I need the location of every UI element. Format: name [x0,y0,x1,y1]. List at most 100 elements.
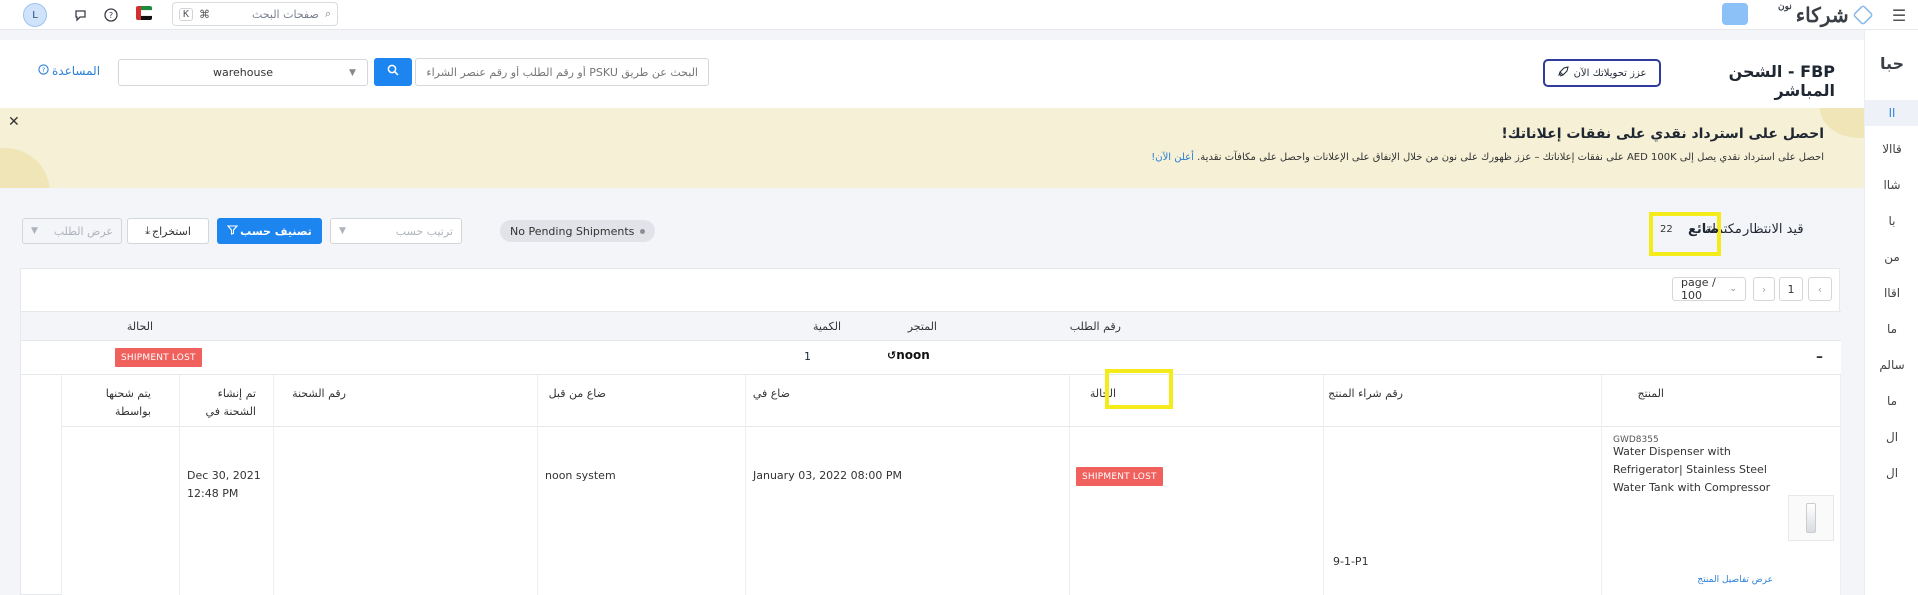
order-by-placeholder: ترتيب حسب [395,224,453,238]
close-icon[interactable]: ✕ [8,114,20,130]
page-number[interactable]: 1 [1779,277,1803,301]
col-shipped-by: يتم شحنها بواسطة [105,387,151,418]
rail-header: حبا [1879,54,1905,73]
warehouse-value: warehouse [213,66,273,79]
product-details-link[interactable]: عرض تفاصيل المنتج [1613,575,1773,585]
rail-item-4[interactable]: با [1865,208,1918,234]
rail-item-1[interactable]: اا [1865,100,1918,126]
brand-mark-icon [1851,4,1874,26]
shipment-header-row: المنتج رقم شراء المنتج الحالة ضاع في ضاع… [61,375,1841,427]
next-page-button[interactable]: › [1753,277,1775,301]
search-button[interactable] [374,58,412,86]
shipments-card: page / 100 ⌄ › 1 ‹ رقم الطلب المتجر الكم… [20,268,1841,595]
rail-item-10[interactable]: ال [1865,424,1918,450]
divider [1069,375,1070,595]
store-noon-logo: ↺noon [887,348,930,362]
brand-logo[interactable]: شركاء نون [1778,0,1874,30]
store-name: noon [896,348,930,362]
pending-shipments-pill: No Pending Shipments [500,220,656,242]
col-purchase-number: رقم شراء المنتج [1328,387,1403,400]
show-order-select[interactable]: عرض الطلب ▼ [22,218,122,244]
chevron-down-icon: ▼ [339,226,346,236]
created-time: 12:48 PM [187,487,239,500]
announcement-icon[interactable] [72,6,90,24]
col-product: المنتج [1637,387,1664,400]
svg-text:?: ? [42,66,45,74]
sort-by-button[interactable]: تصنيف حسب [217,218,322,244]
order-search-input[interactable] [415,58,709,86]
advertise-now-link[interactable]: أعلن الآن! [1151,152,1194,163]
col-store: المتجر [907,320,937,333]
help-link-label: المساعدة [52,64,101,78]
divider [745,375,746,595]
banner-text: احصل على استرداد نقدي يصل إلى AED 100K ع… [900,152,1824,163]
tab-pending[interactable]: قيد الانتظار [1743,222,1804,237]
export-button[interactable]: استخراج ⤓ [127,218,209,244]
brand-name: شركاء [1795,3,1849,27]
side-rail: حبا اا قاالا شاا با من اقاا ما سالم ما ا… [1864,30,1918,595]
shipment-details-table: المنتج رقم شراء المنتج الحالة ضاع في ضاع… [61,369,1841,595]
hamburger-menu-icon[interactable]: ☰ [1890,6,1908,25]
chevron-down-icon: ▼ [31,226,38,236]
cashback-banner: ✕ احصل على استرداد نقدي على نفقات إعلانا… [0,108,1864,188]
purchase-number: 9-1-P1 [1333,555,1369,568]
created-date: Dec 30, 2021 [187,469,261,482]
collapse-icon[interactable]: – [1816,349,1823,365]
shipment-status-badge: SHIPMENT LOST [1076,467,1163,486]
banner-body: احصل على استرداد نقدي يصل إلى AED 100K ع… [1197,152,1824,163]
divider [273,375,274,595]
page-search-placeholder: صفحات البحث [251,7,319,21]
warehouse-select[interactable]: warehouse ▼ [118,59,368,86]
rail-item-9[interactable]: ما [1865,388,1918,414]
col-created-at: تم إنشاء الشحنة في [205,387,256,418]
chevron-left-icon: ‹ [1817,282,1823,296]
sort-label: تصنيف حسب [240,224,312,238]
search-icon [387,64,399,80]
lost-by-value: noon system [545,469,616,482]
rail-item-3[interactable]: شاا [1865,172,1918,198]
product-name: Water Dispenser with Refrigerator| Stain… [1613,445,1771,494]
lost-count-badge: 22 [1660,224,1673,235]
user-avatar[interactable]: L [23,3,47,27]
help-icon[interactable]: ? [102,6,120,24]
rail-item-8[interactable]: سالم [1865,352,1918,378]
boost-conversions-button[interactable]: عزز تحويلاتك الآن [1543,59,1661,87]
lost-at-value: January 03, 2022 08:00 PM [753,469,902,482]
per-page-select[interactable]: page / 100 ⌄ [1672,276,1746,302]
pending-pill-label: No Pending Shipments [510,224,635,238]
rail-item-6[interactable]: اقاا [1865,280,1918,306]
order-row[interactable]: – ↺noon 1 SHIPMENT LOST [21,341,1841,375]
status-column-highlight [1105,369,1173,409]
shortcut-key: K [179,7,194,21]
divider [1840,375,1841,595]
rail-item-5[interactable]: من [1865,244,1918,270]
prev-page-button[interactable]: ‹ [1808,277,1832,301]
help-circle-icon: ? [38,64,49,78]
divider [179,375,180,595]
rail-item-7[interactable]: ما [1865,316,1918,342]
col-status: الحالة [126,320,153,333]
rocket-icon [1557,66,1569,80]
show-order-label: عرض الطلب [53,224,113,238]
export-label: استخراج [151,224,191,238]
col-lost-by: ضاع من قبل [548,387,606,400]
rail-item-11[interactable]: ال [1865,460,1918,486]
brand-super: نون [1778,2,1792,12]
col-shipment-number: رقم الشحنة [292,387,346,400]
search-icon: ⌕ [324,7,331,20]
store-logo-icon[interactable] [1722,3,1748,25]
download-icon: ⤓ [145,224,150,237]
order-by-select[interactable]: ترتيب حسب ▼ [330,218,462,244]
banner-decoration [0,148,50,188]
page-search[interactable]: ⌕ صفحات البحث ⌘ K [172,2,338,26]
order-quantity: 1 [804,350,811,363]
chevron-right-icon: › [1761,282,1767,296]
status-badge: SHIPMENT LOST [115,348,202,367]
tab-lost[interactable]: ضائع [1688,222,1719,237]
rail-item-2[interactable]: قاالا [1865,136,1918,162]
uae-flag-icon[interactable] [136,6,152,20]
help-link[interactable]: المساعدة ? [38,64,100,78]
product-image [1788,495,1834,541]
svg-text:?: ? [109,11,113,20]
page-title: FBP - الشحن المباشر [1728,62,1835,100]
